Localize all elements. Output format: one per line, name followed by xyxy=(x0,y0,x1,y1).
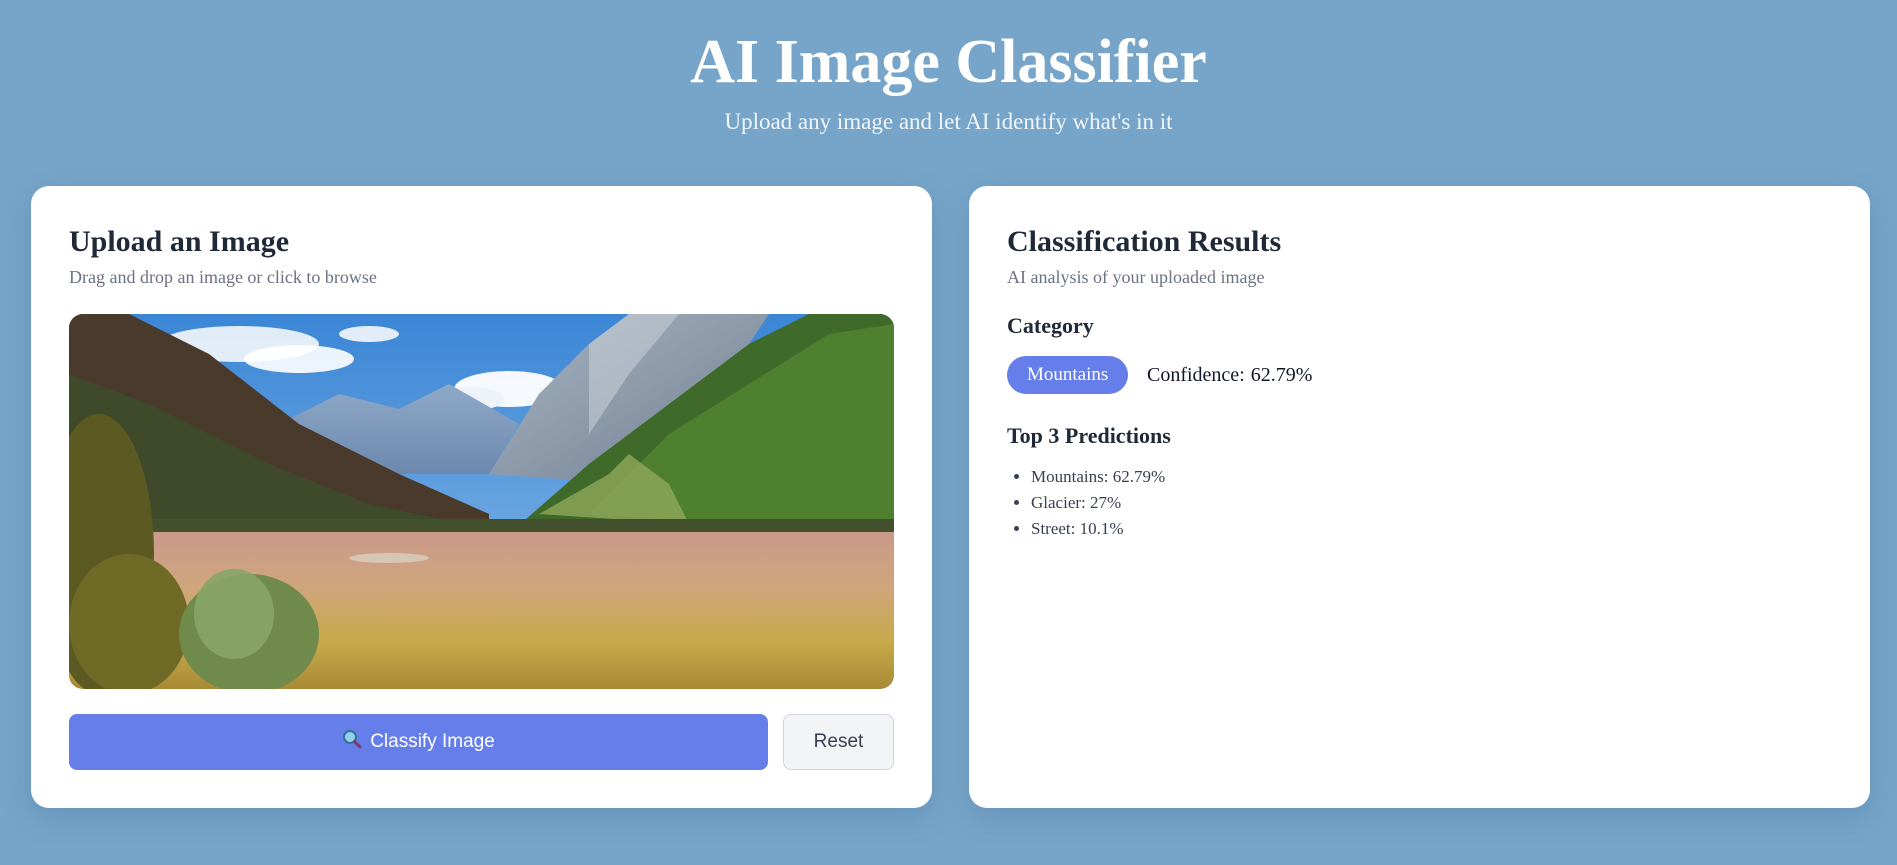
results-card: Classification Results AI analysis of yo… xyxy=(969,186,1870,808)
page-subtitle: Upload any image and let AI identify wha… xyxy=(724,109,1173,134)
results-title: Classification Results xyxy=(1007,225,1282,258)
classify-label: Classify Image xyxy=(370,731,495,752)
category-heading: Category xyxy=(1007,313,1094,338)
image-preview[interactable] xyxy=(69,314,894,689)
category-badge: Mountains xyxy=(1007,356,1129,394)
upload-card: Upload an Image Drag and drop an image o… xyxy=(31,186,932,808)
predictions-list: Mountains: 62.79% Glacier: 27% Street: 1… xyxy=(1031,464,1165,542)
uploaded-image xyxy=(69,314,894,689)
upload-title: Upload an Image xyxy=(69,225,290,258)
classify-button[interactable]: Classify Image xyxy=(69,714,768,770)
confidence-text: Confidence: 62.79% xyxy=(1147,363,1312,387)
results-description: AI analysis of your uploaded image xyxy=(1007,267,1265,287)
page-title: AI Image Classifier xyxy=(690,28,1207,96)
confidence-label: Confidence: xyxy=(1147,364,1245,386)
upload-description: Drag and drop an image or click to brows… xyxy=(69,267,377,287)
predictions-heading: Top 3 Predictions xyxy=(1007,423,1171,448)
list-item: Mountains: 62.79% xyxy=(1031,464,1165,490)
list-item: Street: 10.1% xyxy=(1031,516,1165,542)
list-item: Glacier: 27% xyxy=(1031,490,1165,516)
reset-button[interactable]: Reset xyxy=(783,714,894,770)
magnifier-icon xyxy=(342,729,362,755)
confidence-value: 62.79% xyxy=(1250,364,1313,386)
